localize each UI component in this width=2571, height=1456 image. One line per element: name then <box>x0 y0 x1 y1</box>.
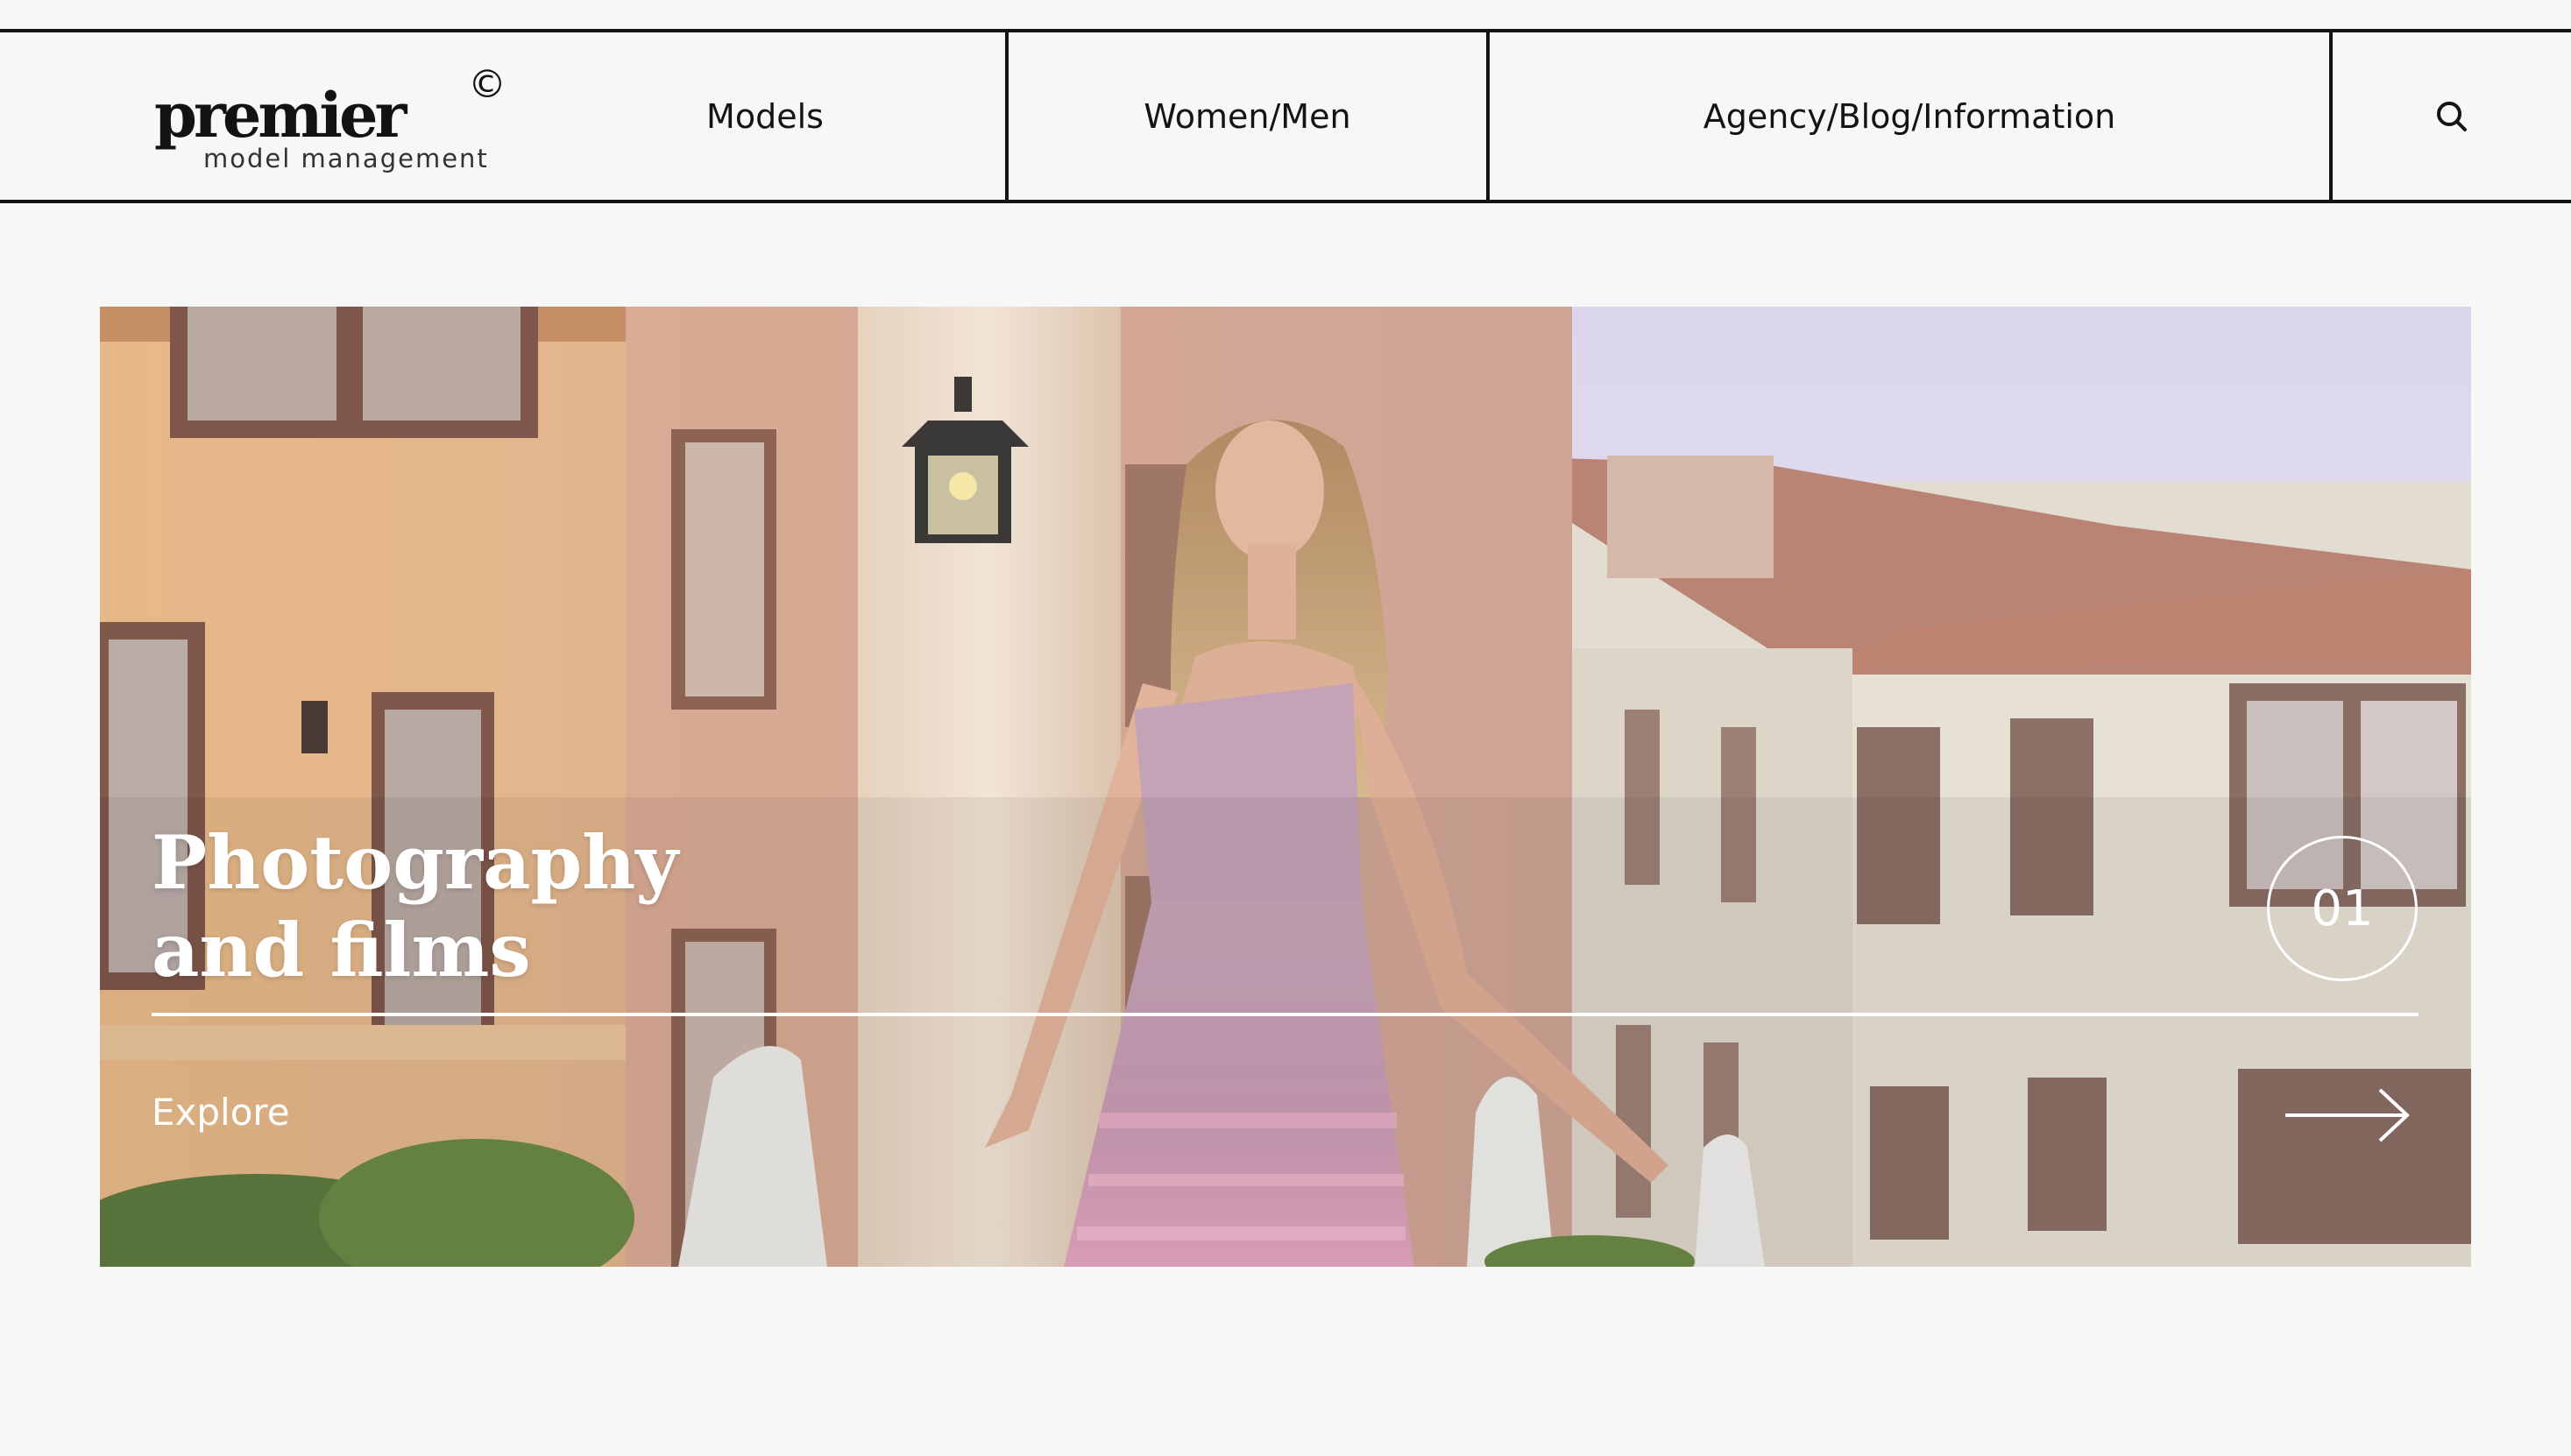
nav-item-agency-blog-information[interactable]: Agency/Blog/Information <box>1486 32 2329 200</box>
hero-title-line-2: and films <box>152 907 531 993</box>
search-button[interactable] <box>2329 32 2571 200</box>
site-header: premier © model management Models Women/… <box>0 29 2571 203</box>
logo-tagline: model management <box>203 144 489 173</box>
hero-image <box>100 307 2471 1267</box>
next-slide-button[interactable] <box>2282 1085 2413 1146</box>
hero-slider: Photography and films 01 Explore <box>100 307 2471 1267</box>
hero-divider <box>152 1013 2419 1016</box>
search-icon <box>2437 101 2467 131</box>
nav-item-models[interactable]: Models <box>561 32 969 200</box>
arrow-right-icon <box>2285 1088 2410 1142</box>
copyright-icon: © <box>468 62 506 107</box>
slide-counter: 01 <box>2267 836 2418 981</box>
hero-title: Photography and films <box>152 819 940 994</box>
hero-title-line-1: Photography <box>152 819 679 906</box>
logo-wordmark: premier <box>154 79 407 152</box>
explore-link[interactable]: Explore <box>152 1091 290 1134</box>
nav-item-women-men[interactable]: Women/Men <box>1005 32 1486 200</box>
